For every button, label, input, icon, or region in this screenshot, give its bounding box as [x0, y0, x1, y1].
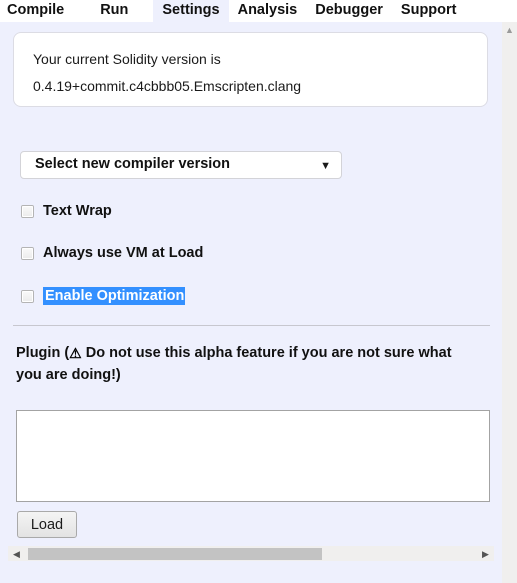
- tab-run[interactable]: Run: [91, 0, 137, 22]
- plugin-heading-prefix: Plugin (: [16, 345, 70, 361]
- tab-debugger[interactable]: Debugger: [306, 0, 392, 22]
- scroll-up-arrow-icon[interactable]: ▲: [502, 22, 517, 37]
- tab-support[interactable]: Support: [392, 0, 466, 22]
- tab-analysis[interactable]: Analysis: [229, 0, 307, 22]
- checkbox-enable-optimization[interactable]: [21, 289, 34, 303]
- current-version-box: Your current Solidity version is 0.4.19+…: [13, 32, 488, 107]
- label-always-use-vm-at-load: Always use VM at Load: [43, 245, 204, 261]
- horizontal-scrollbar[interactable]: ◀ ▶: [8, 546, 494, 561]
- chevron-down-icon: ▼: [320, 160, 331, 172]
- scroll-left-arrow-icon[interactable]: ◀: [8, 546, 25, 561]
- tab-settings[interactable]: Settings: [153, 0, 229, 22]
- scroll-right-arrow-icon[interactable]: ▶: [477, 546, 494, 561]
- compiler-version-select[interactable]: Select new compiler version ▼: [20, 151, 342, 179]
- tab-compile[interactable]: Compile: [0, 0, 73, 22]
- option-row-text-wrap[interactable]: Text Wrap: [21, 201, 112, 221]
- vertical-scroll-track[interactable]: [502, 37, 517, 583]
- tab-bar: Compile Run Settings Analysis Debugger S…: [0, 0, 517, 22]
- option-row-enable-optimization[interactable]: Enable Optimization: [21, 286, 186, 306]
- checkbox-always-use-vm-at-load[interactable]: [21, 246, 34, 260]
- settings-content: Your current Solidity version is 0.4.19+…: [0, 22, 502, 561]
- load-button[interactable]: Load: [17, 511, 77, 538]
- option-row-always-use-vm-at-load[interactable]: Always use VM at Load: [21, 243, 203, 263]
- plugin-heading: Plugin (⚠ Do not use this alpha feature …: [16, 342, 481, 386]
- warning-icon: ⚠: [69, 345, 82, 361]
- settings-panel: Compile Run Settings Analysis Debugger S…: [0, 0, 517, 583]
- horizontal-scroll-thumb[interactable]: [28, 548, 322, 560]
- label-text-wrap: Text Wrap: [43, 203, 112, 219]
- current-version-value: 0.4.19+commit.c4cbbb05.Emscripten.clang: [33, 78, 302, 94]
- section-divider: [13, 325, 490, 326]
- vertical-scrollbar[interactable]: ▲: [502, 22, 517, 583]
- plugin-textarea[interactable]: [16, 410, 490, 502]
- current-version-caption: Your current Solidity version is: [33, 51, 221, 67]
- checkbox-text-wrap[interactable]: [21, 204, 34, 218]
- pane-bottom-filler: [0, 561, 502, 583]
- compiler-version-select-label: Select new compiler version: [35, 156, 231, 172]
- plugin-heading-suffix: Do not use this alpha feature if you are…: [16, 345, 452, 383]
- horizontal-scroll-track[interactable]: [25, 546, 477, 561]
- label-enable-optimization: Enable Optimization: [43, 287, 186, 305]
